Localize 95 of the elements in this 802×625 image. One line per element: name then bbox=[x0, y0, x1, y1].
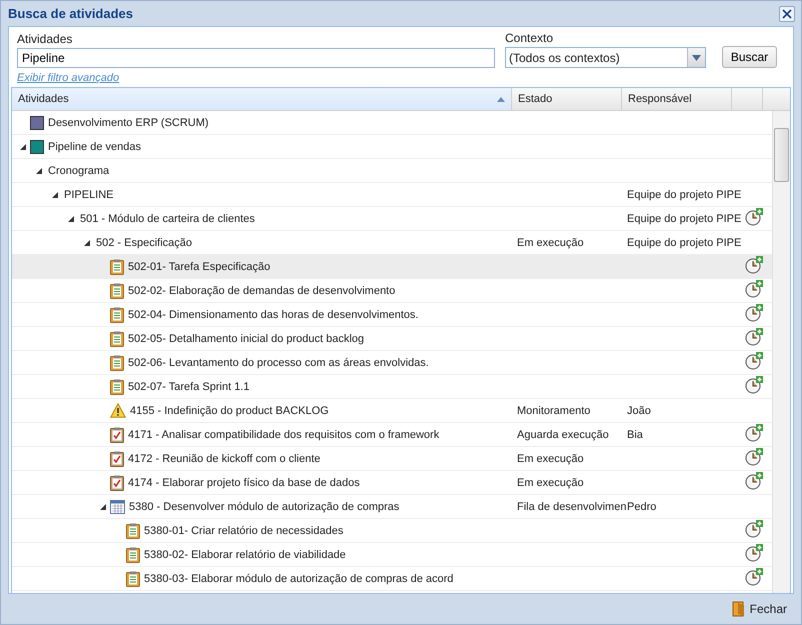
scrollbar[interactable] bbox=[772, 111, 790, 593]
tree-row[interactable]: 502-05- Detalhamento inicial do product backlog bbox=[12, 327, 772, 351]
responsible-text: Bia bbox=[627, 428, 643, 440]
activity-name: 4155 - Indefinição do product BACKLOG bbox=[130, 404, 329, 416]
responsible-text: Equipe do projeto PIPE bbox=[627, 188, 742, 200]
clock-add-icon[interactable] bbox=[745, 352, 763, 370]
expanded-icon[interactable] bbox=[68, 216, 74, 222]
checklist-icon bbox=[110, 426, 124, 442]
state-text: Em execução bbox=[517, 236, 584, 248]
tree-row[interactable]: 4172 - Reunião de kickoff com o cliente Em execução bbox=[12, 447, 772, 471]
activity-name: 502-05- Detalhamento inicial do product backlog bbox=[128, 332, 364, 344]
expanded-icon[interactable] bbox=[84, 240, 90, 246]
expanded-icon[interactable] bbox=[20, 144, 26, 150]
column-header[interactable]: Responsável bbox=[622, 88, 732, 110]
tree-row[interactable]: 502-01- Tarefa Especificação bbox=[12, 255, 772, 279]
column-header[interactable]: Estado bbox=[512, 88, 622, 110]
tree-row[interactable]: 4174 - Elaborar projeto físico da base de dados Em execução bbox=[12, 471, 772, 495]
clipboard-icon bbox=[110, 330, 124, 346]
tree-row[interactable]: 5380-02- Elaborar relatório de viabilidade bbox=[12, 543, 772, 567]
close-button[interactable]: Fechar bbox=[730, 601, 787, 617]
activities-field[interactable]: Pipeline bbox=[17, 48, 495, 68]
expanded-icon[interactable] bbox=[52, 192, 58, 198]
clipboard-icon bbox=[126, 522, 140, 538]
activity-name: Cronograma bbox=[48, 164, 110, 176]
field-label: Contexto bbox=[505, 31, 554, 45]
tree-row[interactable]: 5380-01- Criar relatório de necessidades bbox=[12, 519, 772, 543]
close-icon[interactable] bbox=[779, 6, 795, 22]
state-text: Monitoramento bbox=[517, 404, 590, 416]
warning-icon bbox=[110, 403, 126, 418]
state-text: Em execução bbox=[517, 452, 584, 464]
checklist-icon bbox=[110, 450, 124, 466]
sort-ascending-icon bbox=[497, 96, 505, 102]
field-label: Atividades bbox=[17, 32, 74, 46]
state-text: Em execução bbox=[517, 476, 584, 488]
tree-row[interactable]: 4171 - Analisar compatibilidade dos requisitos com o framework Aguarda execução Bia bbox=[12, 423, 772, 447]
activity-name: 5380-02- Elaborar relatório de viabilidade bbox=[144, 548, 346, 560]
tree-row[interactable]: 5380-03- Elaborar módulo de autorização de compras de acord bbox=[12, 567, 772, 591]
activity-name: 4174 - Elaborar projeto físico da base de dados bbox=[128, 476, 360, 488]
checklist-icon bbox=[110, 474, 124, 490]
activity-name: 5380-01- Criar relatório de necessidades bbox=[144, 524, 344, 536]
tree-row[interactable]: 502-04- Dimensionamento das horas de desenvolvimentos. bbox=[12, 303, 772, 327]
activity-name: 502-01- Tarefa Especificação bbox=[128, 260, 270, 272]
calendar-icon bbox=[110, 500, 125, 514]
clipboard-icon bbox=[126, 570, 140, 586]
clipboard-icon bbox=[110, 354, 124, 370]
activity-name: 4171 - Analisar compatibilidade dos requisitos com o framework bbox=[128, 428, 440, 440]
clipboard-icon bbox=[110, 282, 124, 298]
clipboard-icon bbox=[110, 306, 124, 322]
activity-name: 5380 - Desenvolver módulo de autorização de compras bbox=[129, 500, 400, 512]
activity-name: 502-02- Elaboração de demandas de desenvolvimento bbox=[128, 284, 396, 296]
clock-add-icon[interactable] bbox=[745, 376, 763, 394]
clock-add-icon[interactable] bbox=[745, 472, 763, 490]
advanced-filter-link[interactable]: Exibir filtro avançado bbox=[17, 72, 120, 84]
expanded-icon[interactable] bbox=[100, 504, 106, 510]
search-button[interactable]: Buscar bbox=[722, 46, 777, 68]
responsible-text: Pedro bbox=[627, 500, 656, 512]
responsible-text: João bbox=[627, 404, 651, 416]
activity-name: 502-06- Levantamento do processo com as áreas envolvidas. bbox=[128, 356, 429, 368]
clock-add-icon[interactable] bbox=[745, 448, 763, 466]
responsible-text: Equipe do projeto PIPE bbox=[627, 212, 742, 224]
clock-add-icon[interactable] bbox=[745, 424, 763, 442]
clock-add-icon[interactable] bbox=[745, 208, 763, 226]
activity-name: 502-07- Tarefa Sprint 1.1 bbox=[128, 380, 250, 392]
clock-add-icon[interactable] bbox=[745, 520, 763, 538]
state-text: Fila de desenvolvimen bbox=[517, 500, 626, 512]
door-icon bbox=[730, 601, 747, 617]
tree-row[interactable]: 502-07- Tarefa Sprint 1.1 bbox=[12, 375, 772, 399]
clock-add-icon[interactable] bbox=[745, 544, 763, 562]
dropdown-arrow-icon[interactable] bbox=[692, 54, 701, 60]
clock-add-icon[interactable] bbox=[745, 256, 763, 274]
activity-name: 501 - Módulo de carteira de clientes bbox=[80, 212, 255, 224]
clock-add-icon[interactable] bbox=[745, 568, 763, 586]
activity-name: 5380-03- Elaborar módulo de autorização de compras de acord bbox=[144, 572, 454, 584]
responsible-text: Equipe do projeto PIPE bbox=[627, 236, 742, 248]
activity-name: 4172 - Reunião de kickoff com o cliente bbox=[128, 452, 320, 464]
activity-name: PIPELINE bbox=[64, 188, 114, 200]
clock-add-icon[interactable] bbox=[745, 304, 763, 322]
clipboard-icon bbox=[110, 258, 124, 274]
state-text: Aguarda execução bbox=[517, 428, 609, 440]
activity-name: 502 - Especificação bbox=[96, 236, 192, 248]
clock-add-icon[interactable] bbox=[745, 280, 763, 298]
context-dropdown[interactable]: (Todos os contextos) bbox=[505, 47, 706, 68]
activity-name: 502-04- Dimensionamento das horas de desenvolvimentos. bbox=[128, 308, 418, 320]
scrollbar-thumb[interactable] bbox=[774, 128, 790, 182]
activity-name: Desenvolvimento ERP (SCRUM) bbox=[48, 116, 209, 128]
tree-row[interactable]: 502-06- Levantamento do processo com as áreas envolvidas. bbox=[12, 351, 772, 375]
tree-row[interactable]: 502-02- Elaboração de demandas de desenvolvimento bbox=[12, 279, 772, 303]
tree-row[interactable]: 501 - Módulo de carteira de clientes Equipe do projeto PIPE bbox=[12, 207, 772, 231]
clock-add-icon[interactable] bbox=[745, 328, 763, 346]
clipboard-icon bbox=[110, 378, 124, 394]
window-title: Busca de atividades bbox=[8, 6, 133, 21]
expanded-icon[interactable] bbox=[36, 168, 42, 174]
activity-name: Pipeline de vendas bbox=[48, 140, 141, 152]
clipboard-icon bbox=[126, 546, 140, 562]
column-header[interactable]: Atividades bbox=[12, 88, 512, 110]
